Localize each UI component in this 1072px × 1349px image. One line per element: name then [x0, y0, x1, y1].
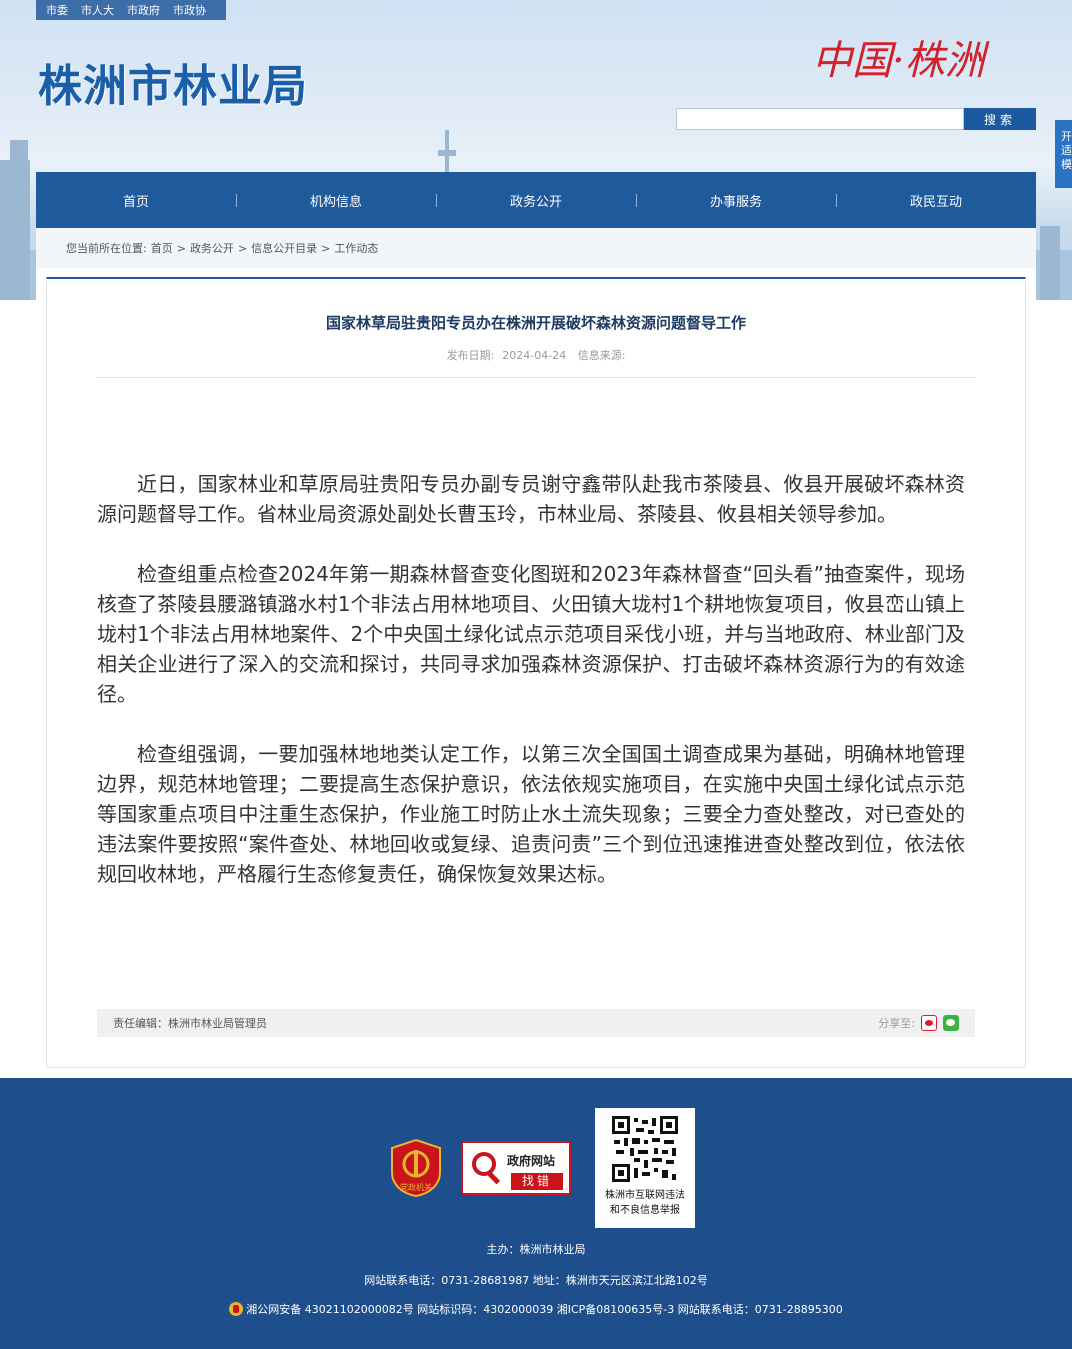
error-badge-title: 政府网站	[507, 1154, 556, 1168]
article-paragraph: 检查组强调，一要加强林地地类认定工作，以第三次全国国土调查成果为基础，明确林地管…	[97, 742, 965, 886]
footer-record[interactable]: 湘公网安备 43021102000082号 网站标识码：4302000039 湘…	[246, 1303, 842, 1316]
breadcrumb-public-affairs[interactable]: 政务公开	[190, 240, 234, 256]
qr-caption-line-1: 株洲市互联网违法	[605, 1190, 685, 1201]
top-link-government[interactable]: 市政府	[127, 2, 160, 18]
site-footer: 党政机关 政府网站 找错 株洲市互联网违法 和不良信息举报 主办：株洲市林业局 …	[0, 1078, 1072, 1349]
zhuzhou-calligraphy-logo: 中国·株洲	[812, 38, 990, 84]
article-panel: 国家林草局驻贵阳专员办在株洲开展破坏森林资源问题督导工作 发布日期: 2024-0…	[46, 277, 1026, 1068]
wechat-share-icon[interactable]	[943, 1015, 959, 1031]
responsible-editor: 责任编辑：株洲市林业局管理员	[113, 1017, 267, 1030]
top-link-party-committee[interactable]: 市委	[46, 2, 68, 18]
search-input[interactable]	[676, 108, 964, 130]
source-label: 信息来源:	[577, 349, 626, 362]
top-link-cppcc[interactable]: 市政协	[173, 2, 206, 18]
footer-contact: 网站联系电话：0731-28681987 地址：株洲市天元区滨江北路102号	[364, 1274, 708, 1287]
breadcrumb-directory[interactable]: 信息公开目录	[251, 240, 317, 256]
article-paragraph: 近日，国家林业和草原局驻贵阳专员办副专员谢守鑫带队赴我市茶陵县、攸县开展破坏森林…	[97, 472, 965, 526]
publish-date-label: 发布日期:	[446, 349, 495, 362]
article-title: 国家林草局驻贵阳专员办在株洲开展破坏森林资源问题督导工作	[325, 314, 746, 332]
breadcrumb-separator: >	[176, 241, 186, 255]
breadcrumb-prefix: 您当前所在位置:	[66, 242, 147, 255]
site-title[interactable]: 株洲市林业局	[38, 50, 308, 114]
footer-host: 主办：株洲市林业局	[486, 1243, 586, 1256]
article-footer-bar: 责任编辑：株洲市林业局管理员 分享至:	[97, 1009, 975, 1037]
nav-item-home[interactable]: 首页	[36, 172, 236, 228]
article-body: 近日，国家林业和草原局驻贵阳专员办副专员谢守鑫带队赴我市茶陵县、攸县开展破坏森林…	[97, 469, 965, 919]
gov-site-error-report-badge[interactable]: 政府网站 找错	[461, 1141, 571, 1195]
footer-record-line: 湘公网安备 43021102000082号 网站标识码：4302000039 湘…	[0, 1301, 1072, 1317]
nav-item-interaction[interactable]: 政民互动	[836, 172, 1036, 228]
title-divider	[97, 377, 975, 378]
nav-item-organization[interactable]: 机构信息	[236, 172, 436, 228]
publish-date: 2024-04-24	[502, 349, 567, 362]
breadcrumb-separator: >	[237, 241, 248, 255]
breadcrumb-work-news[interactable]: 工作动态	[334, 240, 378, 256]
svg-text:中国·株洲: 中国·株洲	[812, 38, 990, 84]
nav-item-services[interactable]: 办事服务	[636, 172, 836, 228]
error-badge-button: 找错	[511, 1173, 563, 1190]
qr-caption-line-2: 和不良信息举报	[610, 1205, 680, 1216]
breadcrumb-separator: >	[321, 241, 331, 255]
top-links-bar: 市委 市人大 市政府 市政协	[36, 0, 226, 20]
report-qr-card[interactable]: 株洲市互联网违法 和不良信息举报	[595, 1108, 695, 1228]
share-label: 分享至:	[878, 1017, 915, 1030]
main-nav: 首页 机构信息 政务公开 办事服务 政民互动	[36, 172, 1036, 228]
top-link-congress[interactable]: 市人大	[81, 2, 114, 18]
svg-text:党政机关: 党政机关	[400, 1182, 432, 1192]
search-button[interactable]: 搜索	[964, 108, 1036, 130]
article-meta: 发布日期: 2024-04-24 信息来源:	[47, 347, 1025, 363]
party-government-badge-icon[interactable]: 党政机关	[390, 1138, 442, 1198]
share-group: 分享至:	[878, 1015, 959, 1031]
accessibility-float-tab[interactable]: 开 适 模	[1055, 120, 1072, 188]
article-paragraph: 检查组重点检查2024年第一期森林督查变化图斑和2023年森林督查“回头看”抽查…	[97, 562, 965, 706]
qr-caption: 株洲市互联网违法 和不良信息举报	[595, 1188, 695, 1218]
qr-code-icon	[612, 1116, 678, 1182]
weibo-share-icon[interactable]	[921, 1015, 937, 1031]
police-badge-icon[interactable]	[229, 1302, 244, 1316]
nav-item-public-affairs[interactable]: 政务公开	[436, 172, 636, 228]
breadcrumb: 您当前所在位置: 首页 > 政务公开 > 信息公开目录 > 工作动态	[36, 228, 1036, 268]
breadcrumb-home[interactable]: 首页	[151, 240, 173, 256]
magnifier-icon	[472, 1152, 501, 1185]
